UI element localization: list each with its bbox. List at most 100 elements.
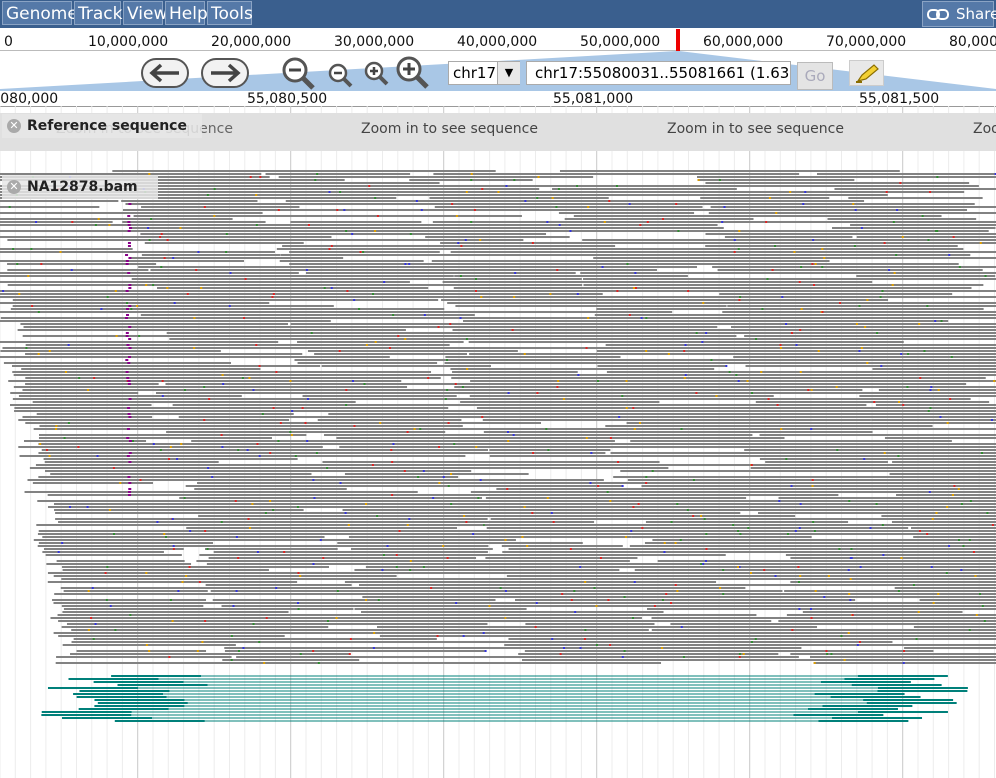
read[interactable] [333, 422, 541, 424]
read[interactable] [717, 269, 983, 271]
read[interactable] [897, 605, 996, 607]
read[interactable] [719, 293, 953, 295]
read[interactable] [499, 581, 717, 583]
read[interactable] [665, 641, 893, 643]
read[interactable] [557, 173, 800, 175]
read[interactable] [728, 263, 959, 265]
read[interactable] [765, 461, 888, 463]
read[interactable] [898, 470, 996, 472]
read[interactable] [913, 653, 996, 655]
read[interactable] [523, 620, 772, 622]
read[interactable] [320, 431, 446, 433]
read[interactable] [789, 632, 921, 634]
read[interactable] [887, 551, 996, 553]
read[interactable] [650, 626, 818, 628]
read[interactable] [143, 341, 279, 343]
read[interactable] [900, 602, 996, 604]
read[interactable] [883, 497, 996, 499]
read[interactable] [851, 344, 996, 346]
read[interactable] [845, 176, 996, 178]
read[interactable] [910, 629, 996, 631]
read[interactable] [483, 431, 749, 433]
read[interactable] [924, 656, 996, 658]
read[interactable] [317, 419, 462, 421]
read[interactable] [893, 575, 996, 577]
read[interactable] [854, 278, 996, 280]
read[interactable] [137, 272, 299, 274]
read[interactable] [297, 341, 464, 343]
read[interactable] [342, 470, 472, 472]
read[interactable] [0, 248, 133, 250]
read[interactable] [192, 503, 357, 505]
read[interactable] [504, 644, 664, 646]
read[interactable] [577, 200, 715, 202]
read[interactable] [379, 635, 532, 637]
read[interactable] [559, 170, 718, 172]
read[interactable] [868, 311, 996, 313]
read[interactable] [202, 626, 329, 628]
read[interactable] [852, 251, 996, 253]
read[interactable] [485, 557, 638, 559]
read[interactable] [596, 350, 753, 352]
read[interactable] [906, 545, 996, 547]
read[interactable] [892, 464, 996, 466]
read[interactable] [670, 623, 819, 625]
read[interactable] [759, 434, 894, 436]
read[interactable] [913, 536, 996, 538]
read[interactable] [635, 551, 794, 553]
read[interactable] [330, 455, 466, 457]
read[interactable] [306, 338, 469, 340]
read[interactable] [276, 182, 440, 184]
read[interactable] [279, 260, 424, 262]
chevron-down-icon[interactable]: ▼ [497, 62, 520, 84]
read[interactable] [328, 413, 482, 415]
read[interactable] [289, 251, 440, 253]
read[interactable] [316, 392, 485, 394]
read[interactable] [38, 542, 213, 544]
read[interactable] [161, 434, 292, 436]
read[interactable] [56, 560, 185, 562]
read[interactable] [863, 350, 996, 352]
read[interactable] [144, 242, 304, 244]
read[interactable] [750, 398, 971, 400]
read[interactable] [415, 176, 594, 178]
read[interactable] [848, 314, 996, 316]
read[interactable] [354, 569, 620, 571]
read[interactable] [337, 542, 583, 544]
read[interactable] [564, 227, 724, 229]
read[interactable] [50, 473, 312, 475]
read[interactable] [460, 401, 660, 403]
read[interactable] [594, 314, 760, 316]
read[interactable] [184, 536, 325, 538]
read[interactable] [158, 353, 303, 355]
read[interactable] [889, 410, 996, 412]
read[interactable] [314, 353, 467, 355]
read[interactable] [891, 524, 996, 526]
read[interactable] [0, 251, 136, 253]
read[interactable] [444, 335, 617, 337]
read[interactable] [919, 599, 996, 601]
read[interactable] [822, 206, 996, 208]
read[interactable] [890, 476, 996, 478]
read[interactable] [47, 581, 298, 583]
read[interactable] [871, 419, 996, 421]
read[interactable] [480, 485, 624, 487]
read[interactable] [479, 410, 634, 412]
read[interactable] [664, 638, 793, 640]
read[interactable] [802, 611, 963, 613]
read[interactable] [890, 557, 996, 559]
read[interactable] [878, 389, 996, 391]
read[interactable] [894, 587, 996, 589]
read[interactable] [886, 482, 996, 484]
read[interactable] [882, 512, 996, 514]
read[interactable] [840, 290, 996, 292]
read[interactable] [291, 239, 524, 241]
read[interactable] [902, 635, 996, 637]
read[interactable] [451, 293, 603, 295]
read[interactable] [502, 551, 637, 553]
read[interactable] [135, 305, 334, 307]
read[interactable] [335, 539, 516, 541]
read[interactable] [169, 413, 294, 415]
read[interactable] [7, 269, 149, 271]
read[interactable] [911, 554, 996, 556]
